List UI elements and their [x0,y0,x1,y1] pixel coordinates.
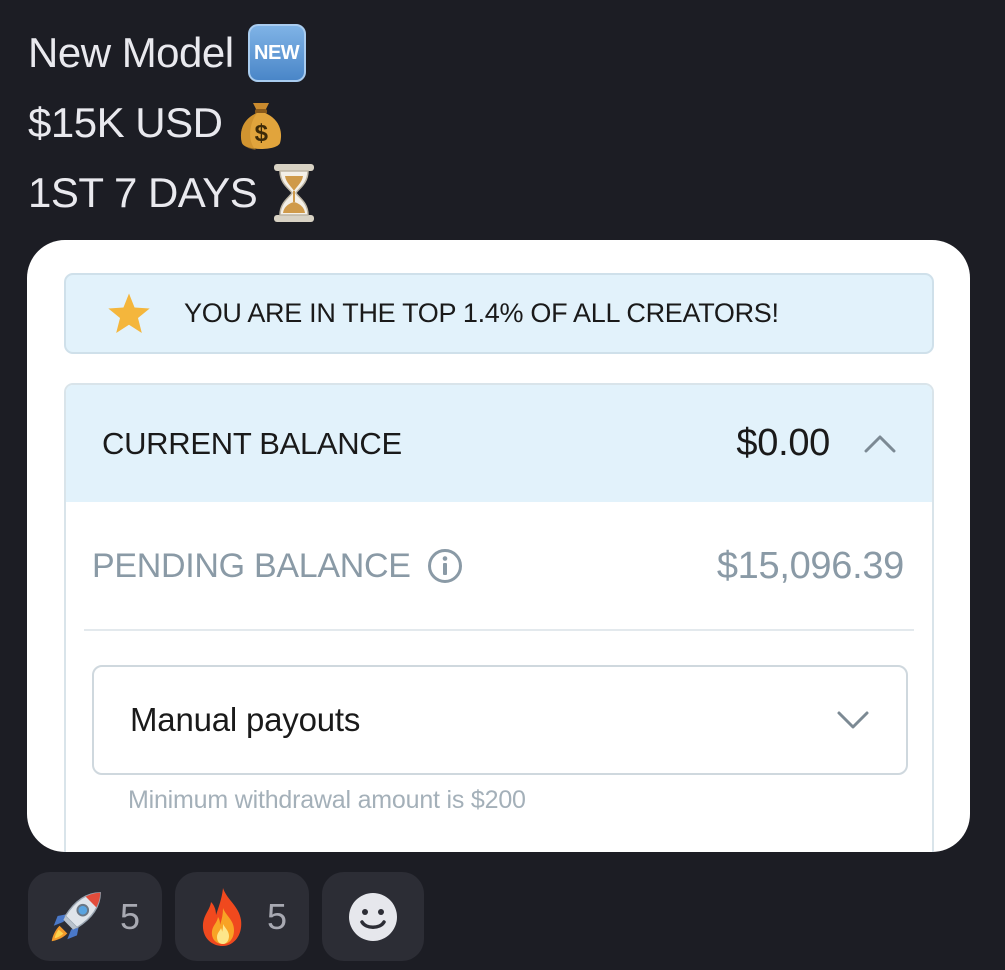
reaction-rocket[interactable]: 5 [28,872,163,961]
message-line-text: New Model [28,29,234,76]
add-reaction-icon [343,887,403,947]
chat-message-view: New Model NEW $15K USD $ 1ST 7 DAYS YOU … [0,0,1005,970]
reaction-count: 5 [120,895,141,937]
top-creator-banner: YOU ARE IN THE TOP 1.4% OF ALL CREATORS! [64,273,934,354]
payout-method-value: Manual payouts [130,701,361,738]
chevron-up-icon[interactable] [864,434,896,454]
pending-balance-label: PENDING BALANCE [92,546,411,585]
current-balance-amount: $0.00 [736,422,830,464]
current-balance-header[interactable]: CURRENT BALANCE $0.00 [66,385,932,502]
add-reaction-button[interactable] [322,872,425,961]
rocket-icon [46,887,106,947]
current-balance-label: CURRENT BALANCE [102,425,402,461]
message-line-3: 1ST 7 DAYS [28,158,317,228]
fire-icon [193,887,253,947]
message-text: New Model NEW $15K USD $ 1ST 7 DAYS [28,18,317,228]
pending-balance-row: PENDING BALANCE $15,096.39 [66,502,932,630]
balance-panel: CURRENT BALANCE $0.00 PENDING BALANCE $1… [64,383,934,852]
message-line-text: 1ST 7 DAYS [28,169,258,216]
pending-balance-amount: $15,096.39 [716,544,904,587]
reaction-count: 5 [267,895,288,937]
balance-screenshot-card: YOU ARE IN THE TOP 1.4% OF ALL CREATORS!… [27,240,970,852]
reaction-fire[interactable]: 5 [175,872,310,961]
money-bag-icon: $ [236,93,286,153]
star-icon [106,291,152,337]
new-badge-icon: NEW [247,24,306,82]
message-line-2: $15K USD $ [28,88,317,158]
chevron-down-icon [836,709,870,731]
hourglass-icon [271,162,317,224]
new-badge-label: NEW [247,24,306,82]
reactions-bar: 5 5 [28,872,425,961]
info-icon[interactable] [427,548,463,584]
divider [84,629,914,631]
payout-method-select[interactable]: Manual payouts [92,665,908,775]
message-line-1: New Model NEW [28,18,317,88]
message-line-text: $15K USD [28,99,223,146]
minimum-withdrawal-note: Minimum withdrawal amount is $200 [128,786,526,814]
money-bag-symbol: $ [255,120,269,147]
banner-text: YOU ARE IN THE TOP 1.4% OF ALL CREATORS! [184,298,779,328]
